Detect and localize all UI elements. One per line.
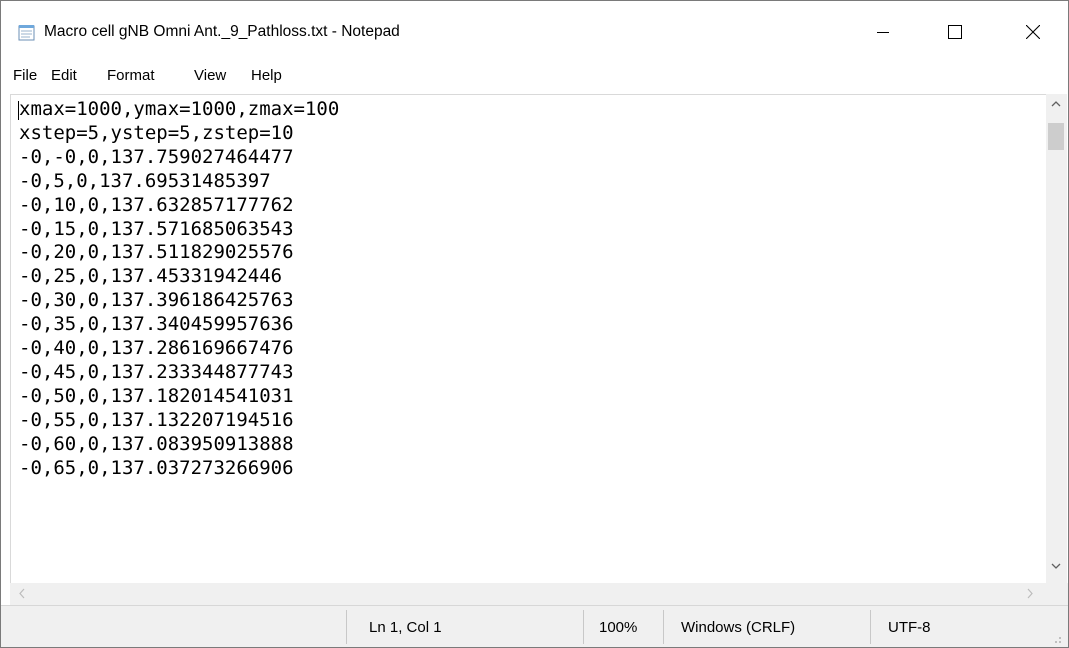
text-line[interactable]: -0,10,0,137.632857177762 — [19, 194, 339, 218]
menu-help[interactable]: Help — [251, 67, 282, 84]
maximize-icon — [948, 25, 962, 39]
menu-file[interactable]: File — [13, 67, 37, 84]
text-line[interactable]: -0,30,0,137.396186425763 — [19, 289, 339, 313]
scroll-left-icon[interactable] — [18, 588, 26, 599]
notepad-window: Macro cell gNB Omni Ant._9_Pathloss.txt … — [0, 0, 1069, 648]
text-line[interactable]: -0,55,0,137.132207194516 — [19, 409, 339, 433]
scroll-right-icon[interactable] — [1026, 588, 1034, 599]
status-zoom: 100% — [599, 619, 638, 636]
title-bar[interactable]: Macro cell gNB Omni Ant._9_Pathloss.txt … — [1, 1, 1068, 63]
text-line[interactable]: -0,45,0,137.233344877743 — [19, 361, 339, 385]
status-divider — [346, 610, 347, 644]
status-bar: Ln 1, Col 1 100% Windows (CRLF) UTF-8 — [1, 605, 1068, 647]
minimize-button[interactable] — [853, 1, 913, 63]
vertical-scroll-thumb[interactable] — [1048, 123, 1064, 150]
maximize-button[interactable] — [925, 1, 985, 63]
text-line[interactable]: -0,-0,0,137.759027464477 — [19, 146, 339, 170]
text-line[interactable]: -0,60,0,137.083950913888 — [19, 433, 339, 457]
text-editor[interactable]: xmax=1000,ymax=1000,zmax=100 xstep=5,yste… — [10, 94, 1052, 583]
close-icon — [1026, 25, 1040, 39]
scroll-up-icon[interactable] — [1051, 100, 1061, 108]
text-line[interactable]: -0,5,0,137.69531485397 — [19, 170, 339, 194]
text-line[interactable]: -0,65,0,137.037273266906 — [19, 457, 339, 481]
text-line[interactable]: -0,40,0,137.286169667476 — [19, 337, 339, 361]
window-title: Macro cell gNB Omni Ant._9_Pathloss.txt … — [44, 23, 400, 40]
text-line[interactable]: -0,35,0,137.340459957636 — [19, 313, 339, 337]
resize-grip-icon[interactable] — [1050, 632, 1062, 644]
text-line[interactable]: -0,15,0,137.571685063543 — [19, 218, 339, 242]
menu-format[interactable]: Format — [107, 67, 155, 84]
menu-edit[interactable]: Edit — [51, 67, 77, 84]
text-line[interactable]: xmax=1000,ymax=1000,zmax=100 — [19, 98, 339, 122]
status-divider — [870, 610, 871, 644]
text-line[interactable]: -0,25,0,137.45331942446 — [19, 265, 339, 289]
text-line[interactable]: -0,20,0,137.511829025576 — [19, 241, 339, 265]
status-line-ending: Windows (CRLF) — [681, 619, 796, 636]
status-cursor-position: Ln 1, Col 1 — [369, 619, 442, 636]
status-divider — [663, 610, 664, 644]
scrollbar-corner — [1047, 583, 1068, 605]
close-button[interactable] — [1003, 1, 1063, 63]
menu-view[interactable]: View — [194, 67, 226, 84]
status-encoding: UTF-8 — [888, 619, 931, 636]
text-line[interactable]: xstep=5,ystep=5,zstep=10 — [19, 122, 339, 146]
text-content[interactable]: xmax=1000,ymax=1000,zmax=100 xstep=5,yste… — [19, 98, 339, 481]
status-divider — [583, 610, 584, 644]
notepad-icon — [18, 25, 35, 41]
text-line[interactable]: -0,50,0,137.182014541031 — [19, 385, 339, 409]
scroll-down-icon[interactable] — [1051, 562, 1061, 570]
vertical-scrollbar[interactable] — [1046, 94, 1067, 583]
minimize-icon — [877, 32, 889, 33]
horizontal-scrollbar[interactable] — [10, 583, 1047, 605]
menu-bar: File Edit Format View Help — [1, 63, 1068, 91]
